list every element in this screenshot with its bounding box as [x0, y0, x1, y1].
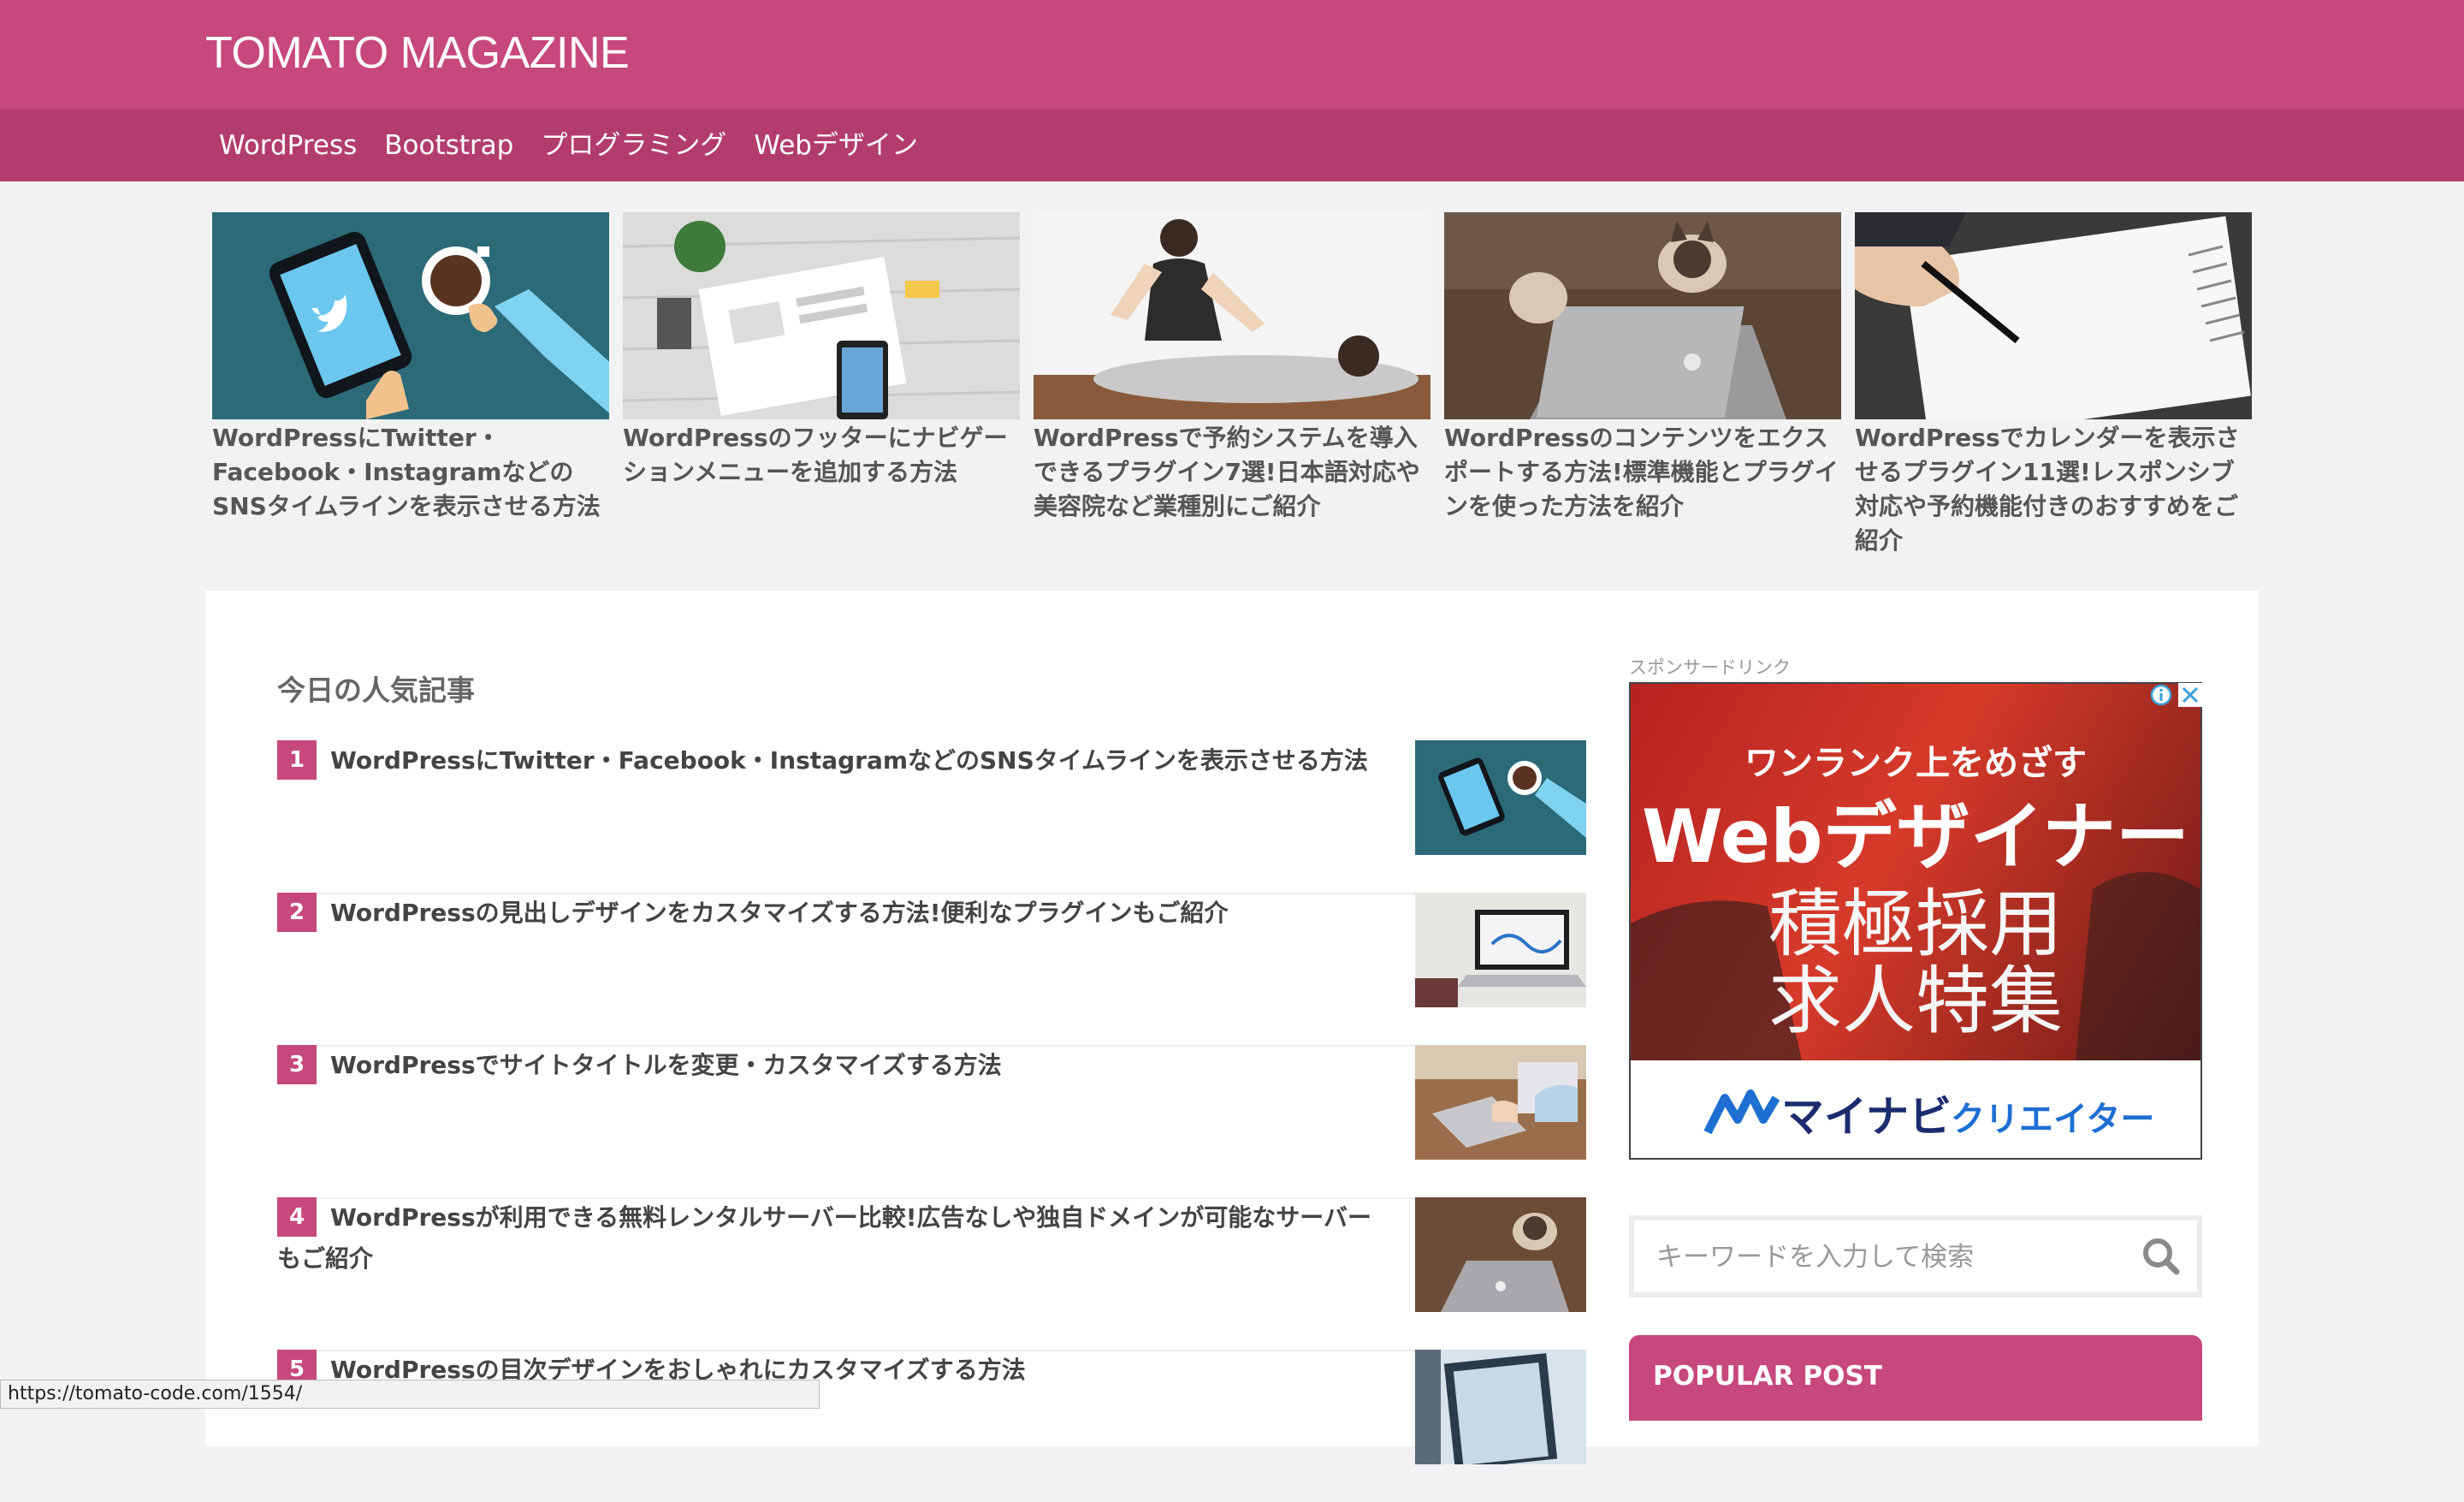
- ranking-item[interactable]: WordPressが利用できる無料レンタルサーバー比較!広告なしや独自ドメインが…: [277, 1197, 1586, 1351]
- rank-badge: 4: [277, 1197, 317, 1237]
- slide-card[interactable]: WordPressのコンテンツをエクスポートする方法!標準機能とプラグインを使っ…: [1444, 212, 1841, 572]
- site-header: TOMATO MAGAZINE: [0, 0, 2464, 110]
- ad-brand-name: マイナビ: [1781, 1092, 1952, 1142]
- ranking-thumbnail-tablet-desk[interactable]: [1415, 1350, 1586, 1464]
- slide-title[interactable]: WordPressのコンテンツをエクスポートする方法!標準機能とプラグインを使っ…: [1444, 421, 1841, 524]
- featured-slider: WordPressにTwitter・Facebook・InstagramなどのS…: [212, 212, 2252, 781]
- popular-today-heading: 今日の人気記事: [277, 674, 475, 707]
- slide-thumbnail-writing-notebook: [1855, 212, 2252, 419]
- nav-list: WordPress Bootstrap プログラミング Webデザイン: [205, 110, 932, 181]
- ranking-item[interactable]: WordPressでサイトタイトルを変更・カスタマイズする方法 3: [277, 1045, 1586, 1199]
- slide-thumbnail-desk-wireframes: [623, 212, 1020, 419]
- slide-title[interactable]: WordPressにTwitter・Facebook・InstagramなどのS…: [212, 421, 609, 524]
- nav-item-web-design[interactable]: Webデザイン: [740, 110, 932, 181]
- rank-badge: 3: [277, 1045, 317, 1084]
- ad-info-icon[interactable]: [2149, 683, 2173, 707]
- slide-thumbnail-massage: [1034, 212, 1430, 419]
- ranking-thumbnail-laptop-desk[interactable]: [1415, 893, 1586, 1007]
- global-nav: WordPress Bootstrap プログラミング Webデザイン: [0, 110, 2464, 181]
- ranking-item-title[interactable]: WordPressにTwitter・Facebook・InstagramなどのS…: [277, 740, 1389, 781]
- ranking-item[interactable]: WordPressの目次デザインをおしゃれにカスタマイズする方法 5: [277, 1350, 1586, 1502]
- status-bar-url: https://tomato-code.com/1554/: [0, 1380, 820, 1409]
- slide-thumbnail-tablet-twitter: [212, 212, 609, 419]
- sponsor-label: スポンサードリンク: [1629, 657, 1791, 678]
- search-box: [1629, 1215, 2202, 1297]
- slide-card[interactable]: WordPressでカレンダーを表示させるプラグイン11選!レスポンシブ対応や予…: [1855, 212, 2252, 572]
- popular-post-header: POPULAR POST: [1629, 1335, 2202, 1421]
- nav-item-bootstrap[interactable]: Bootstrap: [370, 110, 527, 181]
- ad-brand-strip: マイナビ クリエイター: [1631, 1060, 2200, 1158]
- slide-title[interactable]: WordPressのフッターにナビゲーションメニューを追加する方法: [623, 421, 1020, 490]
- ranking-thumbnail-cat-laptop[interactable]: [1415, 1197, 1586, 1312]
- ranking-thumbnail-working-desk[interactable]: [1415, 1045, 1586, 1160]
- slide-thumbnail-cat-laptop: [1444, 212, 1841, 419]
- sidebar-ad-banner[interactable]: ワンランク上をめざす Webデザイナー 積極採用 求人特集 マイナビ クリエイタ…: [1629, 682, 2202, 1160]
- nav-item-wordpress[interactable]: WordPress: [205, 110, 370, 181]
- ad-close-icon[interactable]: [2178, 683, 2202, 707]
- slide-title[interactable]: WordPressで予約システムを導入できるプラグイン7選!日本語対応や美容院な…: [1034, 421, 1430, 524]
- ranking-item-title[interactable]: WordPressの見出しデザインをカスタマイズする方法!便利なプラグインもご紹…: [277, 893, 1389, 934]
- slide-card[interactable]: WordPressで予約システムを導入できるプラグイン7選!日本語対応や美容院な…: [1034, 212, 1430, 572]
- site-title[interactable]: TOMATO MAGAZINE: [205, 27, 630, 79]
- slide-card[interactable]: WordPressにTwitter・Facebook・InstagramなどのS…: [212, 212, 609, 572]
- ad-subheadline-2: 求人特集: [1768, 959, 2063, 1044]
- nav-item-programming[interactable]: プログラミング: [527, 110, 740, 181]
- ranking-item[interactable]: WordPressにTwitter・Facebook・InstagramなどのS…: [277, 740, 1586, 894]
- ranking-item[interactable]: WordPressの見出しデザインをカスタマイズする方法!便利なプラグインもご紹…: [277, 893, 1586, 1047]
- slide-card[interactable]: WordPressのフッターにナビゲーションメニューを追加する方法: [623, 212, 1020, 572]
- search-icon: [2143, 1238, 2180, 1275]
- slide-title[interactable]: WordPressでカレンダーを表示させるプラグイン11選!レスポンシブ対応や予…: [1855, 421, 2252, 558]
- search-button[interactable]: [2137, 1231, 2185, 1282]
- search-input[interactable]: [1655, 1234, 2120, 1280]
- popular-post-title: POPULAR POST: [1653, 1361, 1882, 1392]
- rank-badge: 1: [277, 740, 317, 780]
- ranking-thumbnail-tablet-twitter[interactable]: [1415, 740, 1586, 855]
- ad-brand-sub: クリエイター: [1951, 1100, 2155, 1139]
- ranking-item-title[interactable]: WordPressが利用できる無料レンタルサーバー比較!広告なしや独自ドメインが…: [277, 1197, 1389, 1279]
- ranking-item-title[interactable]: WordPressでサイトタイトルを変更・カスタマイズする方法: [277, 1045, 1389, 1086]
- rank-badge: 2: [277, 893, 317, 932]
